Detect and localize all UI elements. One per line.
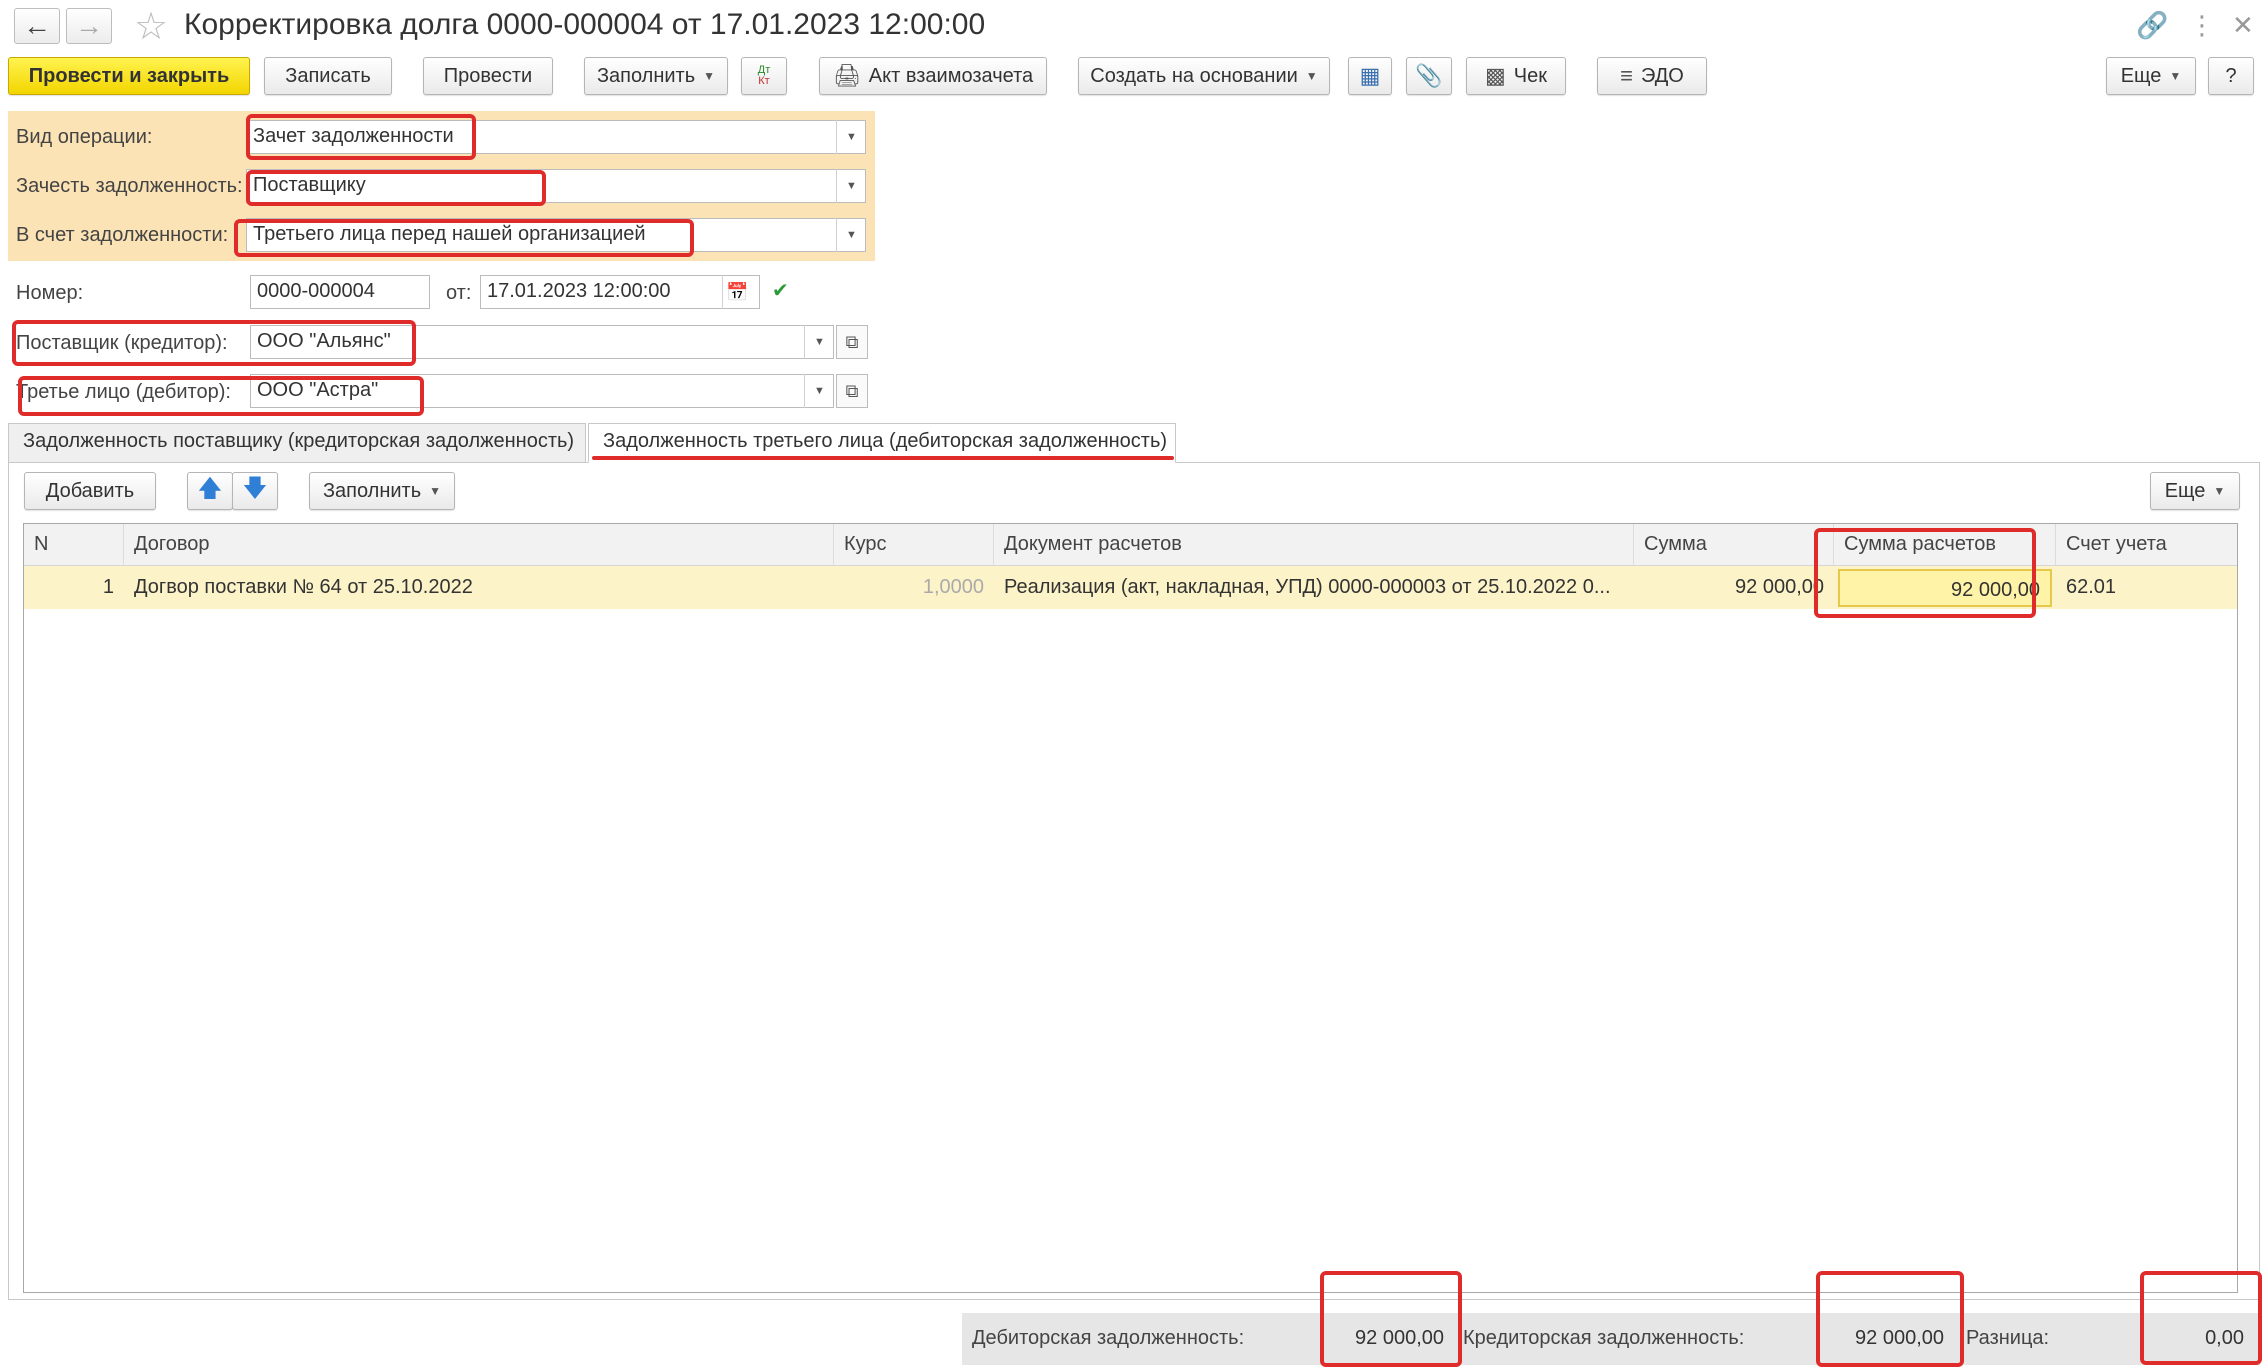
edo-icon: ≡ <box>1620 63 1634 88</box>
open-third-party-button[interactable]: ⧉ <box>836 374 868 408</box>
cell-contract[interactable]: Догвор поставки № 64 от 25.10.2022 <box>124 566 834 609</box>
debit-total-value: 92 000,00 <box>1355 1327 1444 1349</box>
check-status-icon[interactable]: ✔ <box>772 278 798 304</box>
number-label: Номер: <box>16 282 84 304</box>
tab-annotation-underline <box>592 456 1174 460</box>
hierarchy-icon: ▦ <box>1359 63 1381 88</box>
table-fill-button[interactable]: Заполнить ▼ <box>309 472 455 510</box>
credit-label: Кт <box>758 75 770 87</box>
dt-kt-button[interactable]: Дт Кт <box>741 57 787 95</box>
operation-label: Вид операции: <box>16 126 153 148</box>
favorite-star-icon[interactable]: ☆ <box>134 4 168 49</box>
supplier-select[interactable]: ООО "Альянс" <box>250 325 834 359</box>
column-header-rate[interactable]: Курс <box>834 524 994 566</box>
chevron-down-icon[interactable]: ▼ <box>804 374 834 408</box>
chevron-down-icon: ▼ <box>2169 69 2182 83</box>
difference-label: Разница: <box>1966 1327 2050 1349</box>
chevron-down-icon: ▼ <box>429 484 442 498</box>
against-select[interactable]: Третьего лица перед нашей организацией <box>246 218 866 252</box>
post-button[interactable]: Провести <box>423 57 553 95</box>
column-header-settlement-sum[interactable]: Сумма расчетов <box>1834 524 2056 566</box>
window-title: Корректировка долга 0000-000004 от 17.01… <box>184 8 986 41</box>
more-button[interactable]: Еще ▼ <box>2106 57 2196 95</box>
add-row-button[interactable]: Добавить <box>24 472 156 510</box>
arrow-down-icon: 🡇 <box>242 474 268 502</box>
chevron-down-icon: ▼ <box>2213 484 2226 498</box>
open-window-icon: ⧉ <box>845 380 859 401</box>
tab-supplier-debt[interactable]: Задолженность поставщику (кредиторская з… <box>8 423 586 463</box>
cash-register-icon: ▩ <box>1485 63 1506 88</box>
cell-document[interactable]: Реализация (акт, накладная, УПД) 0000-00… <box>994 566 1634 609</box>
check-button[interactable]: ▩ Чек <box>1466 57 1566 95</box>
chevron-down-icon: ▼ <box>1305 69 1318 83</box>
structure-button[interactable]: ▦ <box>1348 57 1392 95</box>
chevron-down-icon[interactable]: ▼ <box>804 325 834 359</box>
difference-value: 0,00 <box>2205 1327 2244 1349</box>
close-icon[interactable]: ✕ <box>2232 10 2254 41</box>
cell-rate[interactable]: 1,0000 <box>834 566 994 609</box>
date-label: от: <box>446 282 472 304</box>
credit-total-value: 92 000,00 <box>1855 1327 1944 1349</box>
chevron-down-icon[interactable]: ▼ <box>836 169 866 203</box>
chevron-down-icon[interactable]: ▼ <box>836 120 866 154</box>
post-and-close-button[interactable]: Провести и закрыть <box>8 57 250 95</box>
column-header-sum[interactable]: Сумма <box>1634 524 1834 566</box>
save-button[interactable]: Записать <box>264 57 392 95</box>
cell-account[interactable]: 62.01 <box>2056 566 2237 609</box>
back-button[interactable]: ← <box>14 8 60 44</box>
column-header-contract[interactable]: Договор <box>124 524 834 566</box>
arrow-up-icon: 🡅 <box>197 474 223 502</box>
forward-button[interactable]: → <box>66 8 112 44</box>
move-up-button[interactable]: 🡅 <box>187 472 233 510</box>
move-down-button[interactable]: 🡇 <box>232 472 278 510</box>
date-input[interactable]: 17.01.2023 12:00:00 <box>480 275 760 309</box>
debt-table[interactable]: N Договор Курс Документ расчетов Сумма С… <box>23 523 2238 1293</box>
against-label: В счет задолженности: <box>16 224 229 246</box>
chevron-down-icon: ▼ <box>703 69 716 83</box>
column-header-n[interactable]: N <box>24 524 124 566</box>
table-more-button[interactable]: Еще ▼ <box>2150 472 2240 510</box>
debit-total-label: Дебиторская задолженность: <box>972 1327 1245 1349</box>
cell-n[interactable]: 1 <box>24 566 124 609</box>
open-supplier-button[interactable]: ⧉ <box>836 325 868 359</box>
column-header-document[interactable]: Документ расчетов <box>994 524 1634 566</box>
more-vertical-icon[interactable]: ⋮ <box>2189 10 2215 41</box>
printer-icon: 🖨 <box>832 63 861 88</box>
third-party-label: Третье лицо (дебитор): <box>16 381 231 403</box>
arrow-right-icon: → <box>75 10 103 41</box>
cell-sum[interactable]: 92 000,00 <box>1634 566 1834 609</box>
edo-button[interactable]: ≡ ЭДО <box>1597 57 1707 95</box>
arrow-left-icon: ← <box>23 10 51 41</box>
paperclip-icon: 📎 <box>1415 63 1443 88</box>
offset-select[interactable]: Поставщику <box>246 169 866 203</box>
act-offset-button[interactable]: 🖨 Акт взаимозачета <box>819 57 1047 95</box>
calendar-icon[interactable]: 📅 <box>722 275 752 309</box>
number-input[interactable]: 0000-000004 <box>250 275 430 309</box>
third-party-select[interactable]: ООО "Астра" <box>250 374 834 408</box>
supplier-label: Поставщик (кредитор): <box>16 332 228 354</box>
fill-dropdown-button[interactable]: Заполнить ▼ <box>584 57 728 95</box>
open-window-icon: ⧉ <box>845 331 859 352</box>
credit-total-label: Кредиторская задолженность: <box>1463 1327 1745 1349</box>
offset-label: Зачесть задолженность: <box>16 175 243 197</box>
link-icon[interactable]: 🔗 <box>2136 10 2168 41</box>
help-button[interactable]: ? <box>2208 57 2254 95</box>
column-header-account[interactable]: Счет учета <box>2056 524 2237 566</box>
cell-settlement-sum[interactable]: 92 000,00 <box>1838 569 2052 607</box>
operation-select[interactable]: Зачет задолженности <box>246 120 866 154</box>
attach-button[interactable]: 📎 <box>1406 57 1452 95</box>
create-based-on-button[interactable]: Создать на основании ▼ <box>1078 57 1330 95</box>
chevron-down-icon[interactable]: ▼ <box>836 218 866 252</box>
